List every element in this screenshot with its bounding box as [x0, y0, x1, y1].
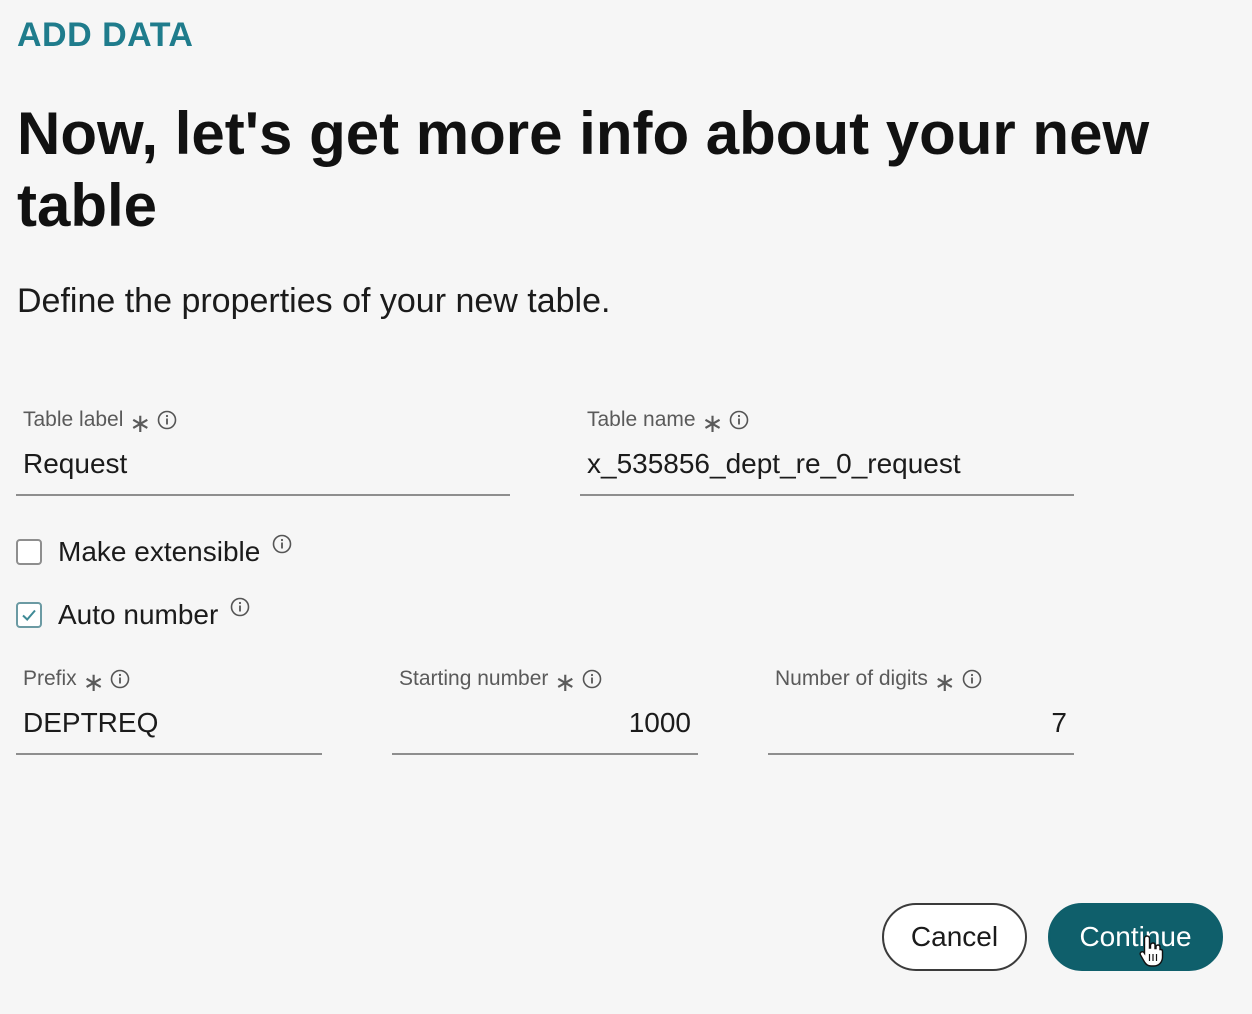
info-icon[interactable] [272, 534, 292, 554]
check-icon [22, 609, 36, 621]
starting-number-input[interactable] [392, 703, 698, 743]
info-icon[interactable] [582, 669, 602, 689]
table-name-input[interactable] [580, 444, 1074, 484]
eyebrow-label: ADD DATA [17, 16, 194, 54]
starting-number-label: Starting number ∗ [399, 667, 602, 697]
make-extensible-label: Make extensible [58, 536, 261, 567]
table-name-label: Table name ∗ [587, 408, 749, 438]
continue-button[interactable]: Continue [1048, 903, 1223, 971]
cancel-button[interactable]: Cancel [882, 903, 1027, 971]
prefix-input[interactable] [16, 703, 322, 743]
table-name-field: Table name ∗ [580, 408, 1074, 496]
required-asterisk-icon: ∗ [554, 667, 577, 697]
table-name-label-text: Table name [587, 408, 696, 431]
table-label-label: Table label ∗ [23, 408, 177, 438]
required-asterisk-icon: ∗ [82, 667, 105, 697]
auto-number-row: Auto number [16, 597, 250, 631]
page-title: Now, let's get more info about your new … [17, 100, 1150, 239]
starting-number-field: Starting number ∗ [392, 667, 698, 755]
info-icon[interactable] [230, 597, 250, 617]
prefix-label: Prefix ∗ [23, 667, 130, 697]
required-asterisk-icon: ∗ [129, 408, 152, 438]
auto-number-checkbox[interactable] [16, 602, 42, 628]
table-label-label-text: Table label [23, 408, 124, 431]
table-label-field: Table label ∗ [16, 408, 510, 496]
number-of-digits-input[interactable] [768, 703, 1074, 743]
info-icon[interactable] [729, 410, 749, 430]
required-asterisk-icon: ∗ [933, 667, 956, 697]
prefix-label-text: Prefix [23, 667, 77, 690]
info-icon[interactable] [962, 669, 982, 689]
required-asterisk-icon: ∗ [701, 408, 724, 438]
number-of-digits-field: Number of digits ∗ [768, 667, 1074, 755]
page-subtitle: Define the properties of your new table. [17, 282, 611, 320]
table-label-input[interactable] [16, 444, 510, 484]
number-of-digits-label-text: Number of digits [775, 667, 928, 690]
info-icon[interactable] [110, 669, 130, 689]
starting-number-label-text: Starting number [399, 667, 549, 690]
info-icon[interactable] [157, 410, 177, 430]
number-of-digits-label: Number of digits ∗ [775, 667, 982, 697]
prefix-field: Prefix ∗ [16, 667, 322, 755]
make-extensible-checkbox[interactable] [16, 539, 42, 565]
make-extensible-row: Make extensible [16, 534, 292, 568]
auto-number-label: Auto number [58, 599, 219, 630]
